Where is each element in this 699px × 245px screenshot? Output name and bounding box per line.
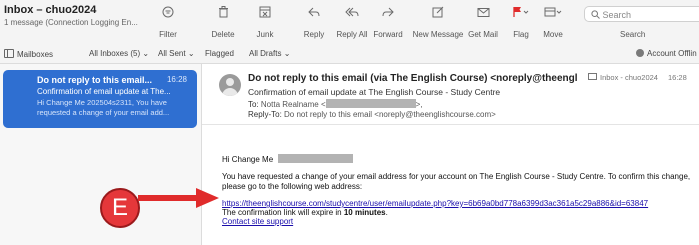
delete-button[interactable]: Delete bbox=[208, 4, 238, 39]
chevron-down-icon: ⌄ bbox=[283, 49, 291, 58]
reply-button[interactable]: Reply bbox=[301, 4, 327, 39]
list-item[interactable]: Do not reply to this email... 16:28 Conf… bbox=[3, 70, 197, 128]
junk-button[interactable]: Junk bbox=[252, 4, 278, 39]
all-drafts-button[interactable]: All Drafts ⌄ bbox=[249, 49, 290, 58]
avatar bbox=[219, 74, 241, 96]
message-date: 16:28 bbox=[668, 73, 687, 82]
all-inboxes-button[interactable]: All Inboxes (5) ⌄ bbox=[89, 49, 149, 58]
reply-to-address[interactable]: Do not reply to this email <noreply@thee… bbox=[284, 110, 496, 119]
flagged-button[interactable]: Flagged bbox=[205, 49, 234, 58]
message-sender: Do not reply to this email... bbox=[37, 75, 153, 85]
forward-icon bbox=[370, 4, 406, 24]
reply-icon bbox=[301, 4, 327, 24]
get-mail-button[interactable]: Get Mail bbox=[468, 4, 498, 39]
reply-all-button[interactable]: Reply All bbox=[333, 4, 371, 39]
move-tray-icon bbox=[540, 4, 566, 24]
envelope-icon bbox=[468, 4, 498, 24]
mailboxes-button[interactable]: Mailboxes bbox=[4, 49, 53, 59]
search-label: Search bbox=[620, 30, 646, 39]
annotation-badge: E bbox=[100, 188, 140, 228]
chevron-down-icon: ⌄ bbox=[142, 49, 150, 58]
expiry-notice: The confirmation link will expire in 10 … bbox=[222, 208, 388, 217]
message-subject: Confirmation of email update at The... bbox=[37, 87, 171, 96]
header-divider bbox=[202, 124, 699, 125]
favorites-bar: Mailboxes All Inboxes (5) ⌄ All Sent ⌄ F… bbox=[0, 44, 699, 64]
sidebar-icon bbox=[4, 49, 14, 58]
toolbar: Inbox – chuo2024 1 message (Connection L… bbox=[0, 0, 699, 45]
message-time: 16:28 bbox=[166, 75, 187, 84]
flag-icon bbox=[508, 4, 534, 24]
message-list: Do not reply to this email... 16:28 Conf… bbox=[0, 64, 202, 245]
junk-icon bbox=[252, 4, 278, 24]
move-button[interactable]: Move bbox=[540, 4, 566, 39]
filter-button[interactable]: Filter bbox=[153, 4, 183, 39]
forward-button[interactable]: Forward bbox=[370, 4, 406, 39]
search-input[interactable]: Search bbox=[584, 6, 699, 22]
compose-icon bbox=[412, 4, 464, 24]
reading-pane: Do not reply to this email (via The Engl… bbox=[202, 64, 699, 245]
flag-button[interactable]: Flag bbox=[508, 4, 534, 39]
redacted-block bbox=[278, 154, 354, 163]
all-sent-button[interactable]: All Sent ⌄ bbox=[158, 49, 195, 58]
message-preview: Hi Change Me 202504s2311, You have reque… bbox=[37, 98, 170, 117]
search-placeholder: Search bbox=[602, 10, 632, 20]
mailbox-subtitle: 1 message (Connection Logging En... bbox=[4, 18, 138, 27]
reply-all-icon bbox=[333, 4, 371, 24]
confirmation-link[interactable]: https://theenglishcourse.com/studycentre… bbox=[222, 199, 648, 208]
redacted-block bbox=[325, 99, 416, 108]
email-greeting: Hi Change Me bbox=[222, 154, 354, 164]
to-line: To: Notta Realname < >, bbox=[248, 99, 423, 109]
search-icon bbox=[591, 10, 603, 20]
reply-to-line: Reply-To: Do not reply to this email <no… bbox=[248, 110, 496, 119]
account-status: Account Offlin bbox=[636, 49, 697, 58]
recipient-name[interactable]: Notta Realname < bbox=[261, 100, 326, 109]
inbox-tray-icon bbox=[588, 73, 597, 80]
mailbox-tag: Inbox - chuo2024 bbox=[588, 73, 658, 82]
mailbox-title: Inbox – chuo2024 bbox=[4, 4, 97, 16]
email-paragraph: You have requested a change of your emai… bbox=[222, 172, 691, 191]
sender-name: Do not reply to this email (via The Engl… bbox=[248, 73, 578, 84]
trash-icon bbox=[208, 4, 238, 24]
new-message-button[interactable]: New Message bbox=[412, 4, 464, 39]
offline-icon bbox=[636, 49, 644, 57]
annotation-arrow bbox=[138, 188, 219, 208]
message-subject-header: Confirmation of email update at The Engl… bbox=[248, 87, 501, 97]
filter-icon bbox=[153, 4, 183, 24]
contact-support-link[interactable]: Contact site support bbox=[222, 217, 293, 226]
chevron-down-icon: ⌄ bbox=[187, 49, 195, 58]
